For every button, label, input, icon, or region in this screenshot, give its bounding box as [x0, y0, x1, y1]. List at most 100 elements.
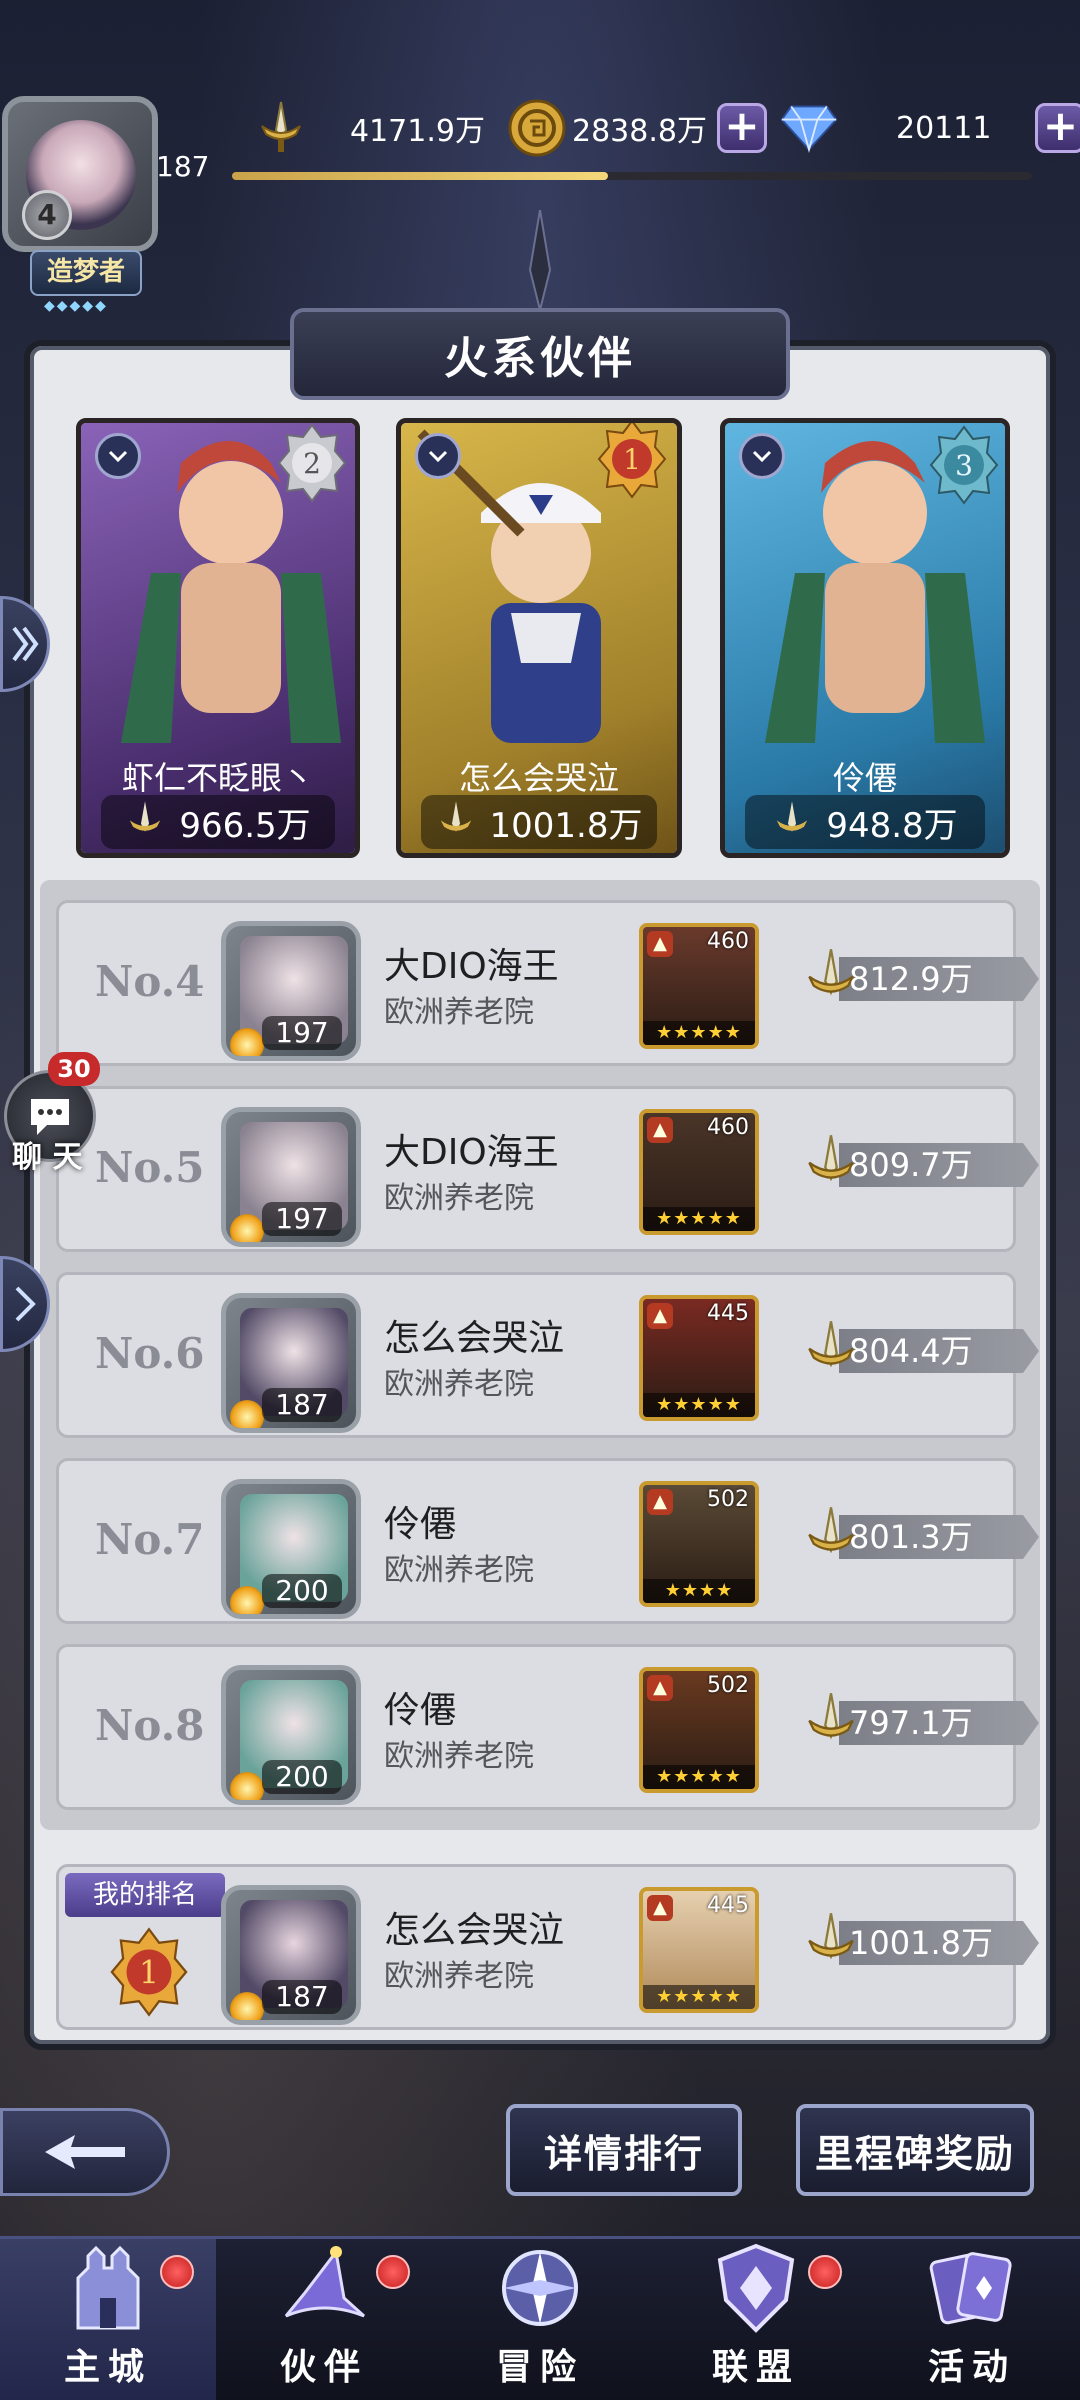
chat-label: 聊 天	[12, 1140, 83, 1175]
fire-element-icon: ▲	[647, 1489, 673, 1515]
player-avatar-frame: 200	[221, 1665, 361, 1805]
my-rank-row[interactable]: 我的排名 1 187 怎么会哭泣 欧洲养老院 ▲ 445 ★★★★★ 1001.…	[56, 1864, 1039, 2030]
player-avatar[interactable]: 4	[2, 96, 158, 252]
hero-level: 445	[707, 1301, 749, 1326]
fire-element-icon: ▲	[647, 1303, 673, 1329]
guild-name: 欧洲养老院	[384, 1739, 534, 1774]
podium-name: 伶僊	[832, 759, 897, 797]
fire-element-icon: ▲	[647, 1117, 673, 1143]
ranking-row[interactable]: No.8 200 伶僊 欧洲养老院 ▲ 502 ★★★★★ 797.1万	[56, 1644, 1039, 1810]
power-value: 4171.9万	[350, 114, 485, 149]
power-value: 801.3万	[849, 1518, 973, 1556]
svg-text:1: 1	[139, 1955, 159, 1991]
ranking-row[interactable]: No.7 200 伶僊 欧洲养老院 ▲ 502 ★★★★ 801.3万	[56, 1458, 1039, 1624]
player-level: 187	[262, 1980, 342, 2014]
title-stars: ◆◆◆◆◆	[44, 298, 108, 314]
nav-item-4[interactable]: 活动	[864, 2239, 1080, 2400]
xp-bar-fill	[232, 172, 608, 180]
player-level: 197	[262, 1202, 342, 1236]
hero-level: 460	[707, 1115, 749, 1140]
gold-resource: 2838.8万 +	[508, 92, 767, 164]
power-pill: 812.9万	[799, 947, 1039, 1011]
rank-label: No.4	[95, 957, 205, 1006]
nav-item-3[interactable]: 联盟	[648, 2239, 864, 2400]
chevron-right-icon	[15, 1286, 36, 1322]
podium-card-rank-2[interactable]: 2 虾仁不眨眼丶 966.5万	[76, 418, 360, 858]
power-pill: 1001.8万	[799, 1911, 1039, 1975]
hero-card[interactable]: ▲ 445 ★★★★★	[639, 1887, 759, 2013]
podium-name: 虾仁不眨眼丶	[121, 759, 314, 797]
hero-stars: ★★★★★	[643, 1985, 755, 2009]
ranking-row[interactable]: No.5 197 大DIO海王 欧洲养老院 ▲ 460 ★★★★★ 809.7万	[56, 1086, 1039, 1252]
nav-item-1[interactable]: 伙伴	[216, 2239, 432, 2400]
chat-unread-badge: 30	[48, 1052, 100, 1086]
coin-icon	[508, 99, 566, 157]
player-level: 200	[262, 1760, 342, 1794]
hero-card[interactable]: ▲ 445 ★★★★★	[639, 1295, 759, 1421]
soul-orb-icon	[230, 1586, 264, 1614]
gold-medal-icon: 1	[110, 1927, 188, 2017]
rank-label: No.6	[95, 1329, 205, 1378]
player-level: 197	[262, 1016, 342, 1050]
guild-name: 欧洲养老院	[384, 1553, 534, 1588]
power-value: 804.4万	[849, 1332, 973, 1370]
add-gem-button[interactable]: +	[1035, 103, 1080, 153]
player-level: 200	[262, 1574, 342, 1608]
nav-label: 活动	[927, 2347, 1016, 2388]
element-down-icon	[95, 433, 141, 479]
nav-label: 伙伴	[279, 2347, 368, 2388]
player-level: 187	[262, 1388, 342, 1422]
notification-dot	[160, 2255, 194, 2289]
hero-card[interactable]: ▲ 502 ★★★★	[639, 1481, 759, 1607]
svg-text:3: 3	[955, 449, 973, 482]
gem-resource: 20111 +	[780, 92, 1080, 164]
my-rank-tag: 我的排名	[65, 1873, 225, 1917]
soul-orb-icon	[230, 1028, 264, 1056]
cards-icon	[912, 2238, 1032, 2338]
detail-ranking-button[interactable]: 详情排行	[506, 2104, 742, 2196]
podium-name: 怎么会哭泣	[458, 759, 619, 797]
podium-card-rank-3[interactable]: 3 伶僊 948.8万	[720, 418, 1010, 858]
player-name: 怎么会哭泣	[384, 1318, 565, 1359]
player-avatar-frame: 197	[221, 921, 361, 1061]
hero-stars: ★★★★★	[643, 1765, 755, 1789]
element-down-icon	[415, 433, 461, 479]
hero-stars: ★★★★★	[643, 1021, 755, 1045]
fire-element-icon: ▲	[647, 1675, 673, 1701]
ranking-row[interactable]: No.6 187 怎么会哭泣 欧洲养老院 ▲ 445 ★★★★★ 804.4万	[56, 1272, 1039, 1438]
player-name: 怎么会哭泣	[384, 1910, 565, 1951]
podium-power: 1001.8万	[421, 795, 657, 849]
add-gold-button[interactable]: +	[716, 103, 767, 153]
shield-icon	[696, 2238, 816, 2338]
milestone-reward-button[interactable]: 里程碑奖励	[796, 2104, 1034, 2196]
compass-icon	[480, 2238, 600, 2338]
nav-item-2[interactable]: 冒险	[432, 2239, 648, 2400]
castle-icon	[48, 2238, 168, 2338]
player-avatar-frame: 200	[221, 1479, 361, 1619]
player-avatar-frame: 187	[221, 1885, 361, 2025]
gold-value: 2838.8万	[572, 114, 707, 149]
player-title-badge[interactable]: 造梦者	[30, 250, 142, 296]
hero-card[interactable]: ▲ 460 ★★★★★	[639, 923, 759, 1049]
ranking-row[interactable]: No.4 197 大DIO海王 欧洲养老院 ▲ 460 ★★★★★ 812.9万	[56, 900, 1039, 1066]
hero-level: 460	[707, 929, 749, 954]
silver-medal-icon: 2	[277, 423, 347, 503]
nav-label: 联盟	[711, 2347, 800, 2388]
back-button[interactable]	[0, 2108, 170, 2196]
soul-orb-icon	[230, 1400, 264, 1428]
sword-icon	[777, 801, 808, 832]
nav-item-0[interactable]: 主城	[0, 2239, 216, 2400]
hero-card[interactable]: ▲ 460 ★★★★★	[639, 1109, 759, 1235]
bottom-nav: 主城 伙伴 冒险 联盟 活动	[0, 2236, 1080, 2400]
panel-title: 火系伙伴	[444, 333, 636, 384]
diamond-icon	[780, 99, 838, 157]
hero-level: 445	[707, 1893, 749, 1918]
sword-icon	[252, 99, 310, 157]
hero-card[interactable]: ▲ 502 ★★★★★	[639, 1667, 759, 1793]
rank-label: No.5	[95, 1143, 205, 1192]
player-avatar-frame: 187	[221, 1293, 361, 1433]
podium-card-rank-1[interactable]: 1 怎么会哭泣 1001.8万	[396, 418, 682, 858]
double-chevron-right-icon	[12, 626, 39, 662]
vip-badge: 4	[22, 190, 72, 240]
wizard-hat-icon	[264, 2238, 384, 2338]
